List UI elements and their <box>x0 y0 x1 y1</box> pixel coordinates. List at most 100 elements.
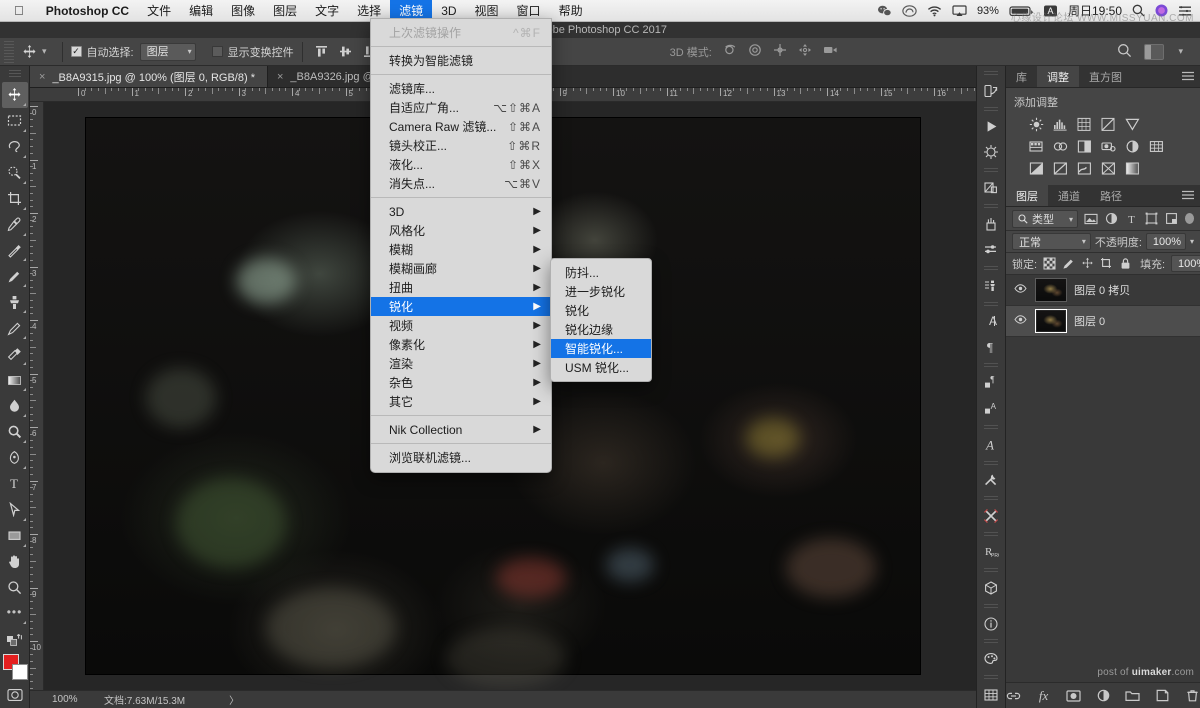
swatches-icon[interactable] <box>977 646 1005 672</box>
pan-3d-icon[interactable] <box>773 43 787 60</box>
rail-grip[interactable] <box>984 425 998 431</box>
background-color-swatch[interactable] <box>12 664 28 680</box>
dodge-tool[interactable] <box>2 419 28 445</box>
new-adjustment-layer-icon[interactable] <box>1095 688 1111 704</box>
align-top-icon[interactable] <box>315 45 329 59</box>
gradient-map-icon[interactable] <box>1124 160 1141 177</box>
timeline-icon[interactable] <box>977 140 1005 166</box>
sharpen-menu-item[interactable]: USM 锐化... <box>551 358 651 377</box>
hand-tool[interactable] <box>2 549 28 575</box>
options-bar-grip[interactable] <box>4 41 14 63</box>
menu-layer[interactable]: 图层 <box>264 0 306 22</box>
filter-menu-item[interactable]: 3D▶ <box>371 202 551 221</box>
path-selection-tool[interactable] <box>2 497 28 523</box>
character-icon[interactable]: A <box>977 309 1005 335</box>
filter-menu-item[interactable]: 镜头校正...⇧⌘R <box>371 136 551 155</box>
auto-select-checkbox-row[interactable]: ✓ 自动选择: <box>71 44 134 60</box>
tab-histogram[interactable]: 直方图 <box>1079 66 1132 87</box>
color-balance-icon[interactable] <box>1052 138 1069 155</box>
sharpen-menu-item[interactable]: 防抖... <box>551 263 651 282</box>
color-swatches[interactable] <box>2 654 28 682</box>
grid-icon[interactable] <box>977 682 1005 708</box>
black-white-icon[interactable] <box>1076 138 1093 155</box>
datetime-label[interactable]: 周日19:50 <box>1068 2 1122 19</box>
move-tool-icon[interactable] <box>18 41 40 63</box>
tab-channels[interactable]: 通道 <box>1048 185 1090 206</box>
filter-menu-item[interactable]: 液化...⇧⌘X <box>371 155 551 174</box>
layer-row-0[interactable]: 图层 0 拷贝 <box>1006 275 1200 306</box>
workspace-switcher-icon[interactable] <box>1144 44 1164 60</box>
new-group-icon[interactable] <box>1125 688 1141 704</box>
roll-3d-icon[interactable] <box>748 43 762 60</box>
channel-mixer-icon[interactable] <box>1124 138 1141 155</box>
filter-menu-item[interactable]: 杂色▶ <box>371 373 551 392</box>
camera-3d-icon[interactable] <box>823 43 839 60</box>
add-layer-style-icon[interactable]: fx <box>1036 688 1052 704</box>
posterize-icon[interactable] <box>1052 160 1069 177</box>
sharpen-submenu[interactable]: 防抖...进一步锐化锐化锐化边缘智能锐化...USM 锐化... <box>550 258 652 382</box>
opacity-chevron-down-icon[interactable]: ▾ <box>1190 237 1194 246</box>
rail-grip[interactable] <box>984 496 998 502</box>
sharpen-menu-item[interactable]: 锐化边缘 <box>551 320 651 339</box>
filter-menu-item[interactable]: 锐化▶ <box>371 297 551 316</box>
vertical-ruler[interactable]: 01234567891011 <box>30 102 44 690</box>
filter-smart-object-icon[interactable] <box>1165 210 1179 227</box>
rectangular-marquee-tool[interactable] <box>2 108 28 134</box>
gradient-tool[interactable] <box>2 367 28 393</box>
filter-menu-item[interactable]: 扭曲▶ <box>371 278 551 297</box>
move-tool[interactable] <box>2 82 28 108</box>
new-layer-icon[interactable] <box>1155 688 1171 704</box>
tab-layers[interactable]: 图层 <box>1006 185 1048 206</box>
workspace-chevron-down-icon[interactable]: ▾ <box>1176 46 1190 57</box>
add-layer-mask-icon[interactable] <box>1065 688 1081 704</box>
crop-tool[interactable] <box>2 186 28 212</box>
lock-image-icon[interactable] <box>1062 257 1075 271</box>
paragraph-icon[interactable]: ¶ <box>977 334 1005 360</box>
rail-grip[interactable] <box>984 71 998 77</box>
align-vertical-center-icon[interactable] <box>339 45 353 59</box>
brush-settings-icon[interactable] <box>977 237 1005 263</box>
3d-icon[interactable] <box>977 575 1005 601</box>
tab-paths[interactable]: 路径 <box>1090 185 1132 206</box>
rectangle-tool[interactable] <box>2 523 28 549</box>
status-menu-arrow-icon[interactable]: 〉 <box>185 692 239 707</box>
rail-grip[interactable] <box>984 568 998 574</box>
menu-type[interactable]: 文字 <box>306 0 348 22</box>
control-center-icon[interactable] <box>1178 5 1192 17</box>
rail-grip[interactable] <box>984 363 998 369</box>
rail-grip[interactable] <box>984 604 998 610</box>
invert-icon[interactable] <box>1028 160 1045 177</box>
link-layers-icon[interactable] <box>1006 688 1022 704</box>
wechat-icon[interactable] <box>877 5 892 17</box>
lasso-tool[interactable] <box>2 134 28 160</box>
layer-name[interactable]: 图层 0 拷贝 <box>1074 282 1130 298</box>
layer-thumbnail[interactable] <box>1035 278 1067 302</box>
eraser-tool[interactable] <box>2 341 28 367</box>
filter-menu-item[interactable]: 模糊画廊▶ <box>371 259 551 278</box>
menu-help[interactable]: 帮助 <box>550 0 592 22</box>
filter-menu-dropdown[interactable]: 上次滤镜操作^⌘F转换为智能滤镜滤镜库...自适应广角...⌥⇧⌘ACamera… <box>370 18 552 473</box>
lock-transparency-icon[interactable] <box>1043 257 1056 271</box>
color-lookup-icon[interactable] <box>1148 138 1165 155</box>
lock-artboard-icon[interactable] <box>1100 257 1113 271</box>
filter-menu-item[interactable]: Camera Raw 滤镜...⇧⌘A <box>371 117 551 136</box>
panel-menu-icon[interactable] <box>1182 71 1194 84</box>
rail-grip[interactable] <box>984 302 998 308</box>
glyphs-icon[interactable]: A <box>977 432 1005 458</box>
filter-image-icon[interactable] <box>1084 210 1098 227</box>
camera-raw-pro-icon[interactable]: RPRO <box>977 539 1005 565</box>
brush-presets-icon[interactable] <box>977 211 1005 237</box>
blur-tool[interactable] <box>2 393 28 419</box>
input-method-icon[interactable]: A <box>1044 5 1058 17</box>
menu-edit[interactable]: 编辑 <box>180 0 222 22</box>
rail-grip[interactable] <box>984 675 998 681</box>
fill-field[interactable]: 100% <box>1171 255 1200 272</box>
filter-power-toggle[interactable] <box>1185 213 1194 224</box>
tools-panel-grip[interactable] <box>9 70 21 78</box>
eyedropper-tool[interactable] <box>2 212 28 238</box>
filter-menu-item[interactable]: 风格化▶ <box>371 221 551 240</box>
filter-type-icon[interactable]: T <box>1124 210 1138 227</box>
menu-image[interactable]: 图像 <box>222 0 264 22</box>
threshold-icon[interactable] <box>1076 160 1093 177</box>
rail-grip[interactable] <box>984 204 998 210</box>
